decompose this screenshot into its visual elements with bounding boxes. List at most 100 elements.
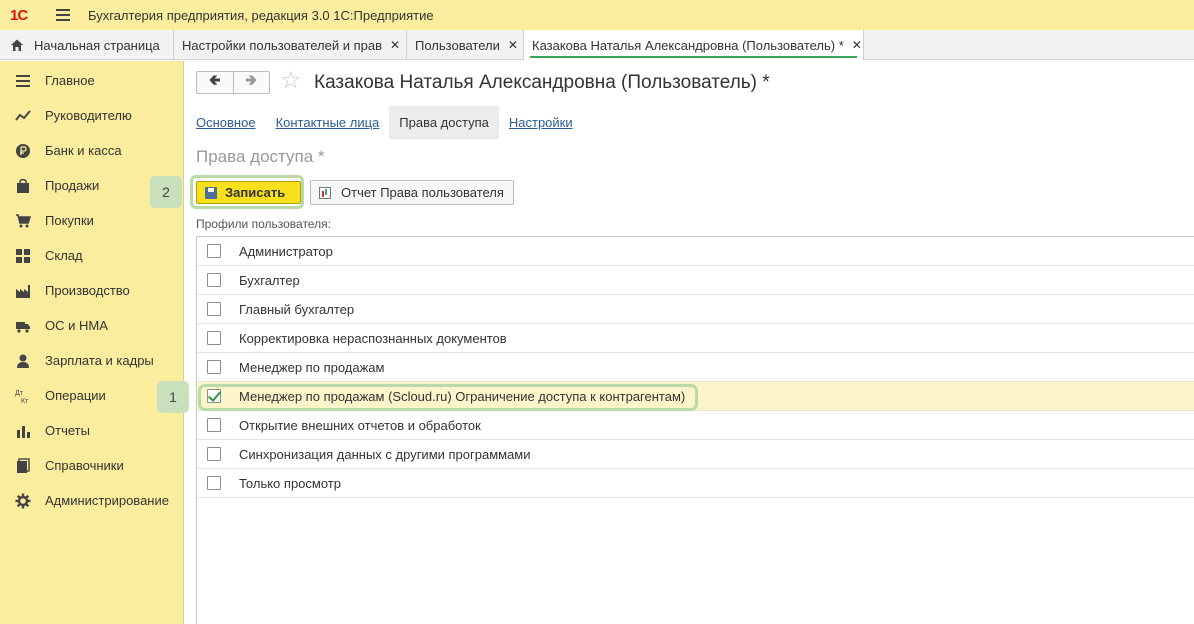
profiles-label: Профили пользователя:	[196, 217, 331, 231]
sidebar-item-administration[interactable]: Администрирование	[0, 483, 184, 518]
page-title: Казакова Наталья Александровна (Пользова…	[314, 72, 770, 93]
svg-text:Дт: Дт	[15, 390, 24, 397]
close-icon[interactable]: ✕	[852, 38, 862, 52]
table-row[interactable]: Главный бухгалтер	[197, 295, 1194, 324]
sidebar-item-label: Главное	[45, 73, 95, 88]
section-title: Права доступа *	[196, 147, 325, 166]
rights-report-label: Отчет Права пользователя	[341, 185, 504, 200]
profile-checkbox[interactable]	[207, 476, 221, 490]
favorite-star-icon[interactable]: ☆	[280, 69, 302, 93]
menu-lines-icon	[16, 74, 30, 87]
subnav-settings[interactable]: Настройки	[509, 115, 573, 130]
app-title: Бухгалтерия предприятия, редакция 3.0 1С…	[88, 7, 434, 23]
form-subnav: Основное Контактные лица Права доступа Н…	[196, 105, 593, 139]
forward-button[interactable]: 🢂	[232, 72, 270, 93]
tab-user-card[interactable]: Казакова Наталья Александровна (Пользова…	[524, 30, 864, 60]
table-row[interactable]: Менеджер по продажам	[197, 353, 1194, 382]
truck-icon	[16, 321, 30, 333]
sidebar-item-reports[interactable]: Отчеты	[0, 413, 184, 448]
table-row[interactable]: Открытие внешних отчетов и обработок	[197, 411, 1194, 440]
profile-checkbox[interactable]	[207, 360, 221, 374]
profile-checkbox[interactable]	[207, 331, 221, 345]
table-row[interactable]: Администратор	[197, 237, 1194, 266]
table-row[interactable]: Синхронизация данных с другими программа…	[197, 440, 1194, 469]
sidebar-item-label: Зарплата и кадры	[45, 353, 154, 368]
sidebar-item-bank[interactable]: Банк и касса	[0, 133, 184, 168]
main-menu-icon[interactable]	[56, 9, 70, 21]
profile-name: Бухгалтер	[239, 273, 300, 288]
title-bar: 1С Бухгалтерия предприятия, редакция 3.0…	[0, 0, 1194, 30]
trend-icon	[15, 109, 31, 121]
home-icon	[11, 39, 23, 51]
tab-label: Казакова Наталья Александровна (Пользова…	[532, 37, 844, 53]
rights-report-button[interactable]: Отчет Права пользователя	[310, 180, 514, 205]
close-icon[interactable]: ✕	[390, 38, 400, 52]
profiles-table: Администратор Бухгалтер Главный бухгалте…	[196, 236, 1194, 624]
profile-checkbox[interactable]	[207, 302, 221, 316]
profile-checkbox[interactable]	[207, 447, 221, 461]
sidebar-item-director[interactable]: Руководителю	[0, 98, 184, 133]
profile-name: Открытие внешних отчетов и обработок	[239, 418, 481, 433]
profile-checkbox[interactable]	[207, 244, 221, 258]
tab-user-settings[interactable]: Настройки пользователей и прав ✕	[174, 30, 407, 60]
sidebar-item-payroll[interactable]: Зарплата и кадры	[0, 343, 184, 378]
profile-name: Главный бухгалтер	[239, 302, 355, 317]
subnav-contacts[interactable]: Контактные лица	[276, 115, 380, 130]
profile-checkbox[interactable]	[207, 418, 221, 432]
bar-chart-icon	[17, 425, 30, 438]
tab-users[interactable]: Пользователи ✕	[407, 30, 524, 60]
profile-name: Менеджер по продажам	[239, 360, 385, 375]
report-icon	[319, 186, 331, 199]
sidebar-item-assets[interactable]: ОС и НМА	[0, 308, 184, 343]
profile-name: Только просмотр	[239, 476, 341, 491]
profile-name: Менеджер по продажам (Scloud.ru) Огранич…	[239, 389, 686, 404]
sidebar-item-directories[interactable]: Справочники	[0, 448, 184, 483]
factory-icon	[16, 284, 30, 298]
books-icon	[17, 457, 30, 473]
tab-label: Настройки пользователей и прав	[182, 37, 383, 53]
close-icon[interactable]: ✕	[508, 38, 518, 52]
form-area: 🢀 🢂 ☆ Казакова Наталья Александровна (По…	[150, 61, 1194, 624]
warehouse-icon	[16, 248, 30, 263]
sidebar-item-main[interactable]: Главное	[0, 63, 184, 98]
sidebar-item-label: Продажи	[45, 178, 100, 193]
arrow-left-icon: 🢀	[208, 72, 221, 89]
sidebar-item-label: Производство	[45, 283, 130, 298]
table-row[interactable]: Корректировка нераспознанных документов	[197, 324, 1194, 353]
person-icon	[17, 354, 29, 368]
tab-home[interactable]: Начальная страница	[0, 30, 174, 60]
table-row[interactable]: Только просмотр	[197, 469, 1194, 498]
table-row-selected[interactable]: Менеджер по продажам (Scloud.ru) Огранич…	[197, 382, 1194, 411]
sidebar-item-label: Отчеты	[45, 423, 90, 438]
profile-checkbox-checked[interactable]	[207, 389, 221, 403]
subnav-access-rights[interactable]: Права доступа	[389, 105, 499, 139]
profile-name: Корректировка нераспознанных документов	[239, 331, 507, 346]
step-badge-2: 2	[150, 176, 182, 208]
subnav-main[interactable]: Основное	[196, 115, 256, 130]
profile-checkbox[interactable]	[207, 273, 221, 287]
profile-name: Администратор	[239, 244, 333, 259]
shopping-bag-icon	[17, 178, 29, 193]
arrow-right-icon: 🢂	[245, 72, 258, 89]
sidebar-item-label: Покупки	[45, 213, 94, 228]
profile-name: Синхронизация данных с другими программа…	[239, 447, 531, 462]
gear-icon	[15, 493, 31, 508]
floppy-disk-icon	[205, 186, 217, 199]
save-button[interactable]: Записать	[196, 181, 301, 204]
save-button-label: Записать	[225, 185, 286, 200]
back-button[interactable]: 🢀	[197, 72, 233, 93]
sidebar-item-label: Операции	[45, 388, 106, 403]
tab-label: Начальная страница	[34, 37, 160, 53]
tabs-bar: Начальная страница Настройки пользовател…	[0, 30, 1194, 60]
sidebar-item-warehouse[interactable]: Склад	[0, 238, 184, 273]
sidebar-item-label: ОС и НМА	[45, 318, 108, 333]
table-row[interactable]: Бухгалтер	[197, 266, 1194, 295]
sidebar-item-label: Справочники	[45, 458, 124, 473]
sidebar-item-label: Руководителю	[45, 108, 132, 123]
debit-credit-icon: ДтКт	[15, 390, 29, 404]
ruble-coin-icon	[16, 143, 30, 158]
sidebar-item-purchases[interactable]: Покупки	[0, 203, 184, 238]
sidebar-item-production[interactable]: Производство	[0, 273, 184, 308]
history-nav: 🢀 🢂	[196, 71, 270, 94]
1c-logo[interactable]: 1С	[10, 6, 40, 24]
